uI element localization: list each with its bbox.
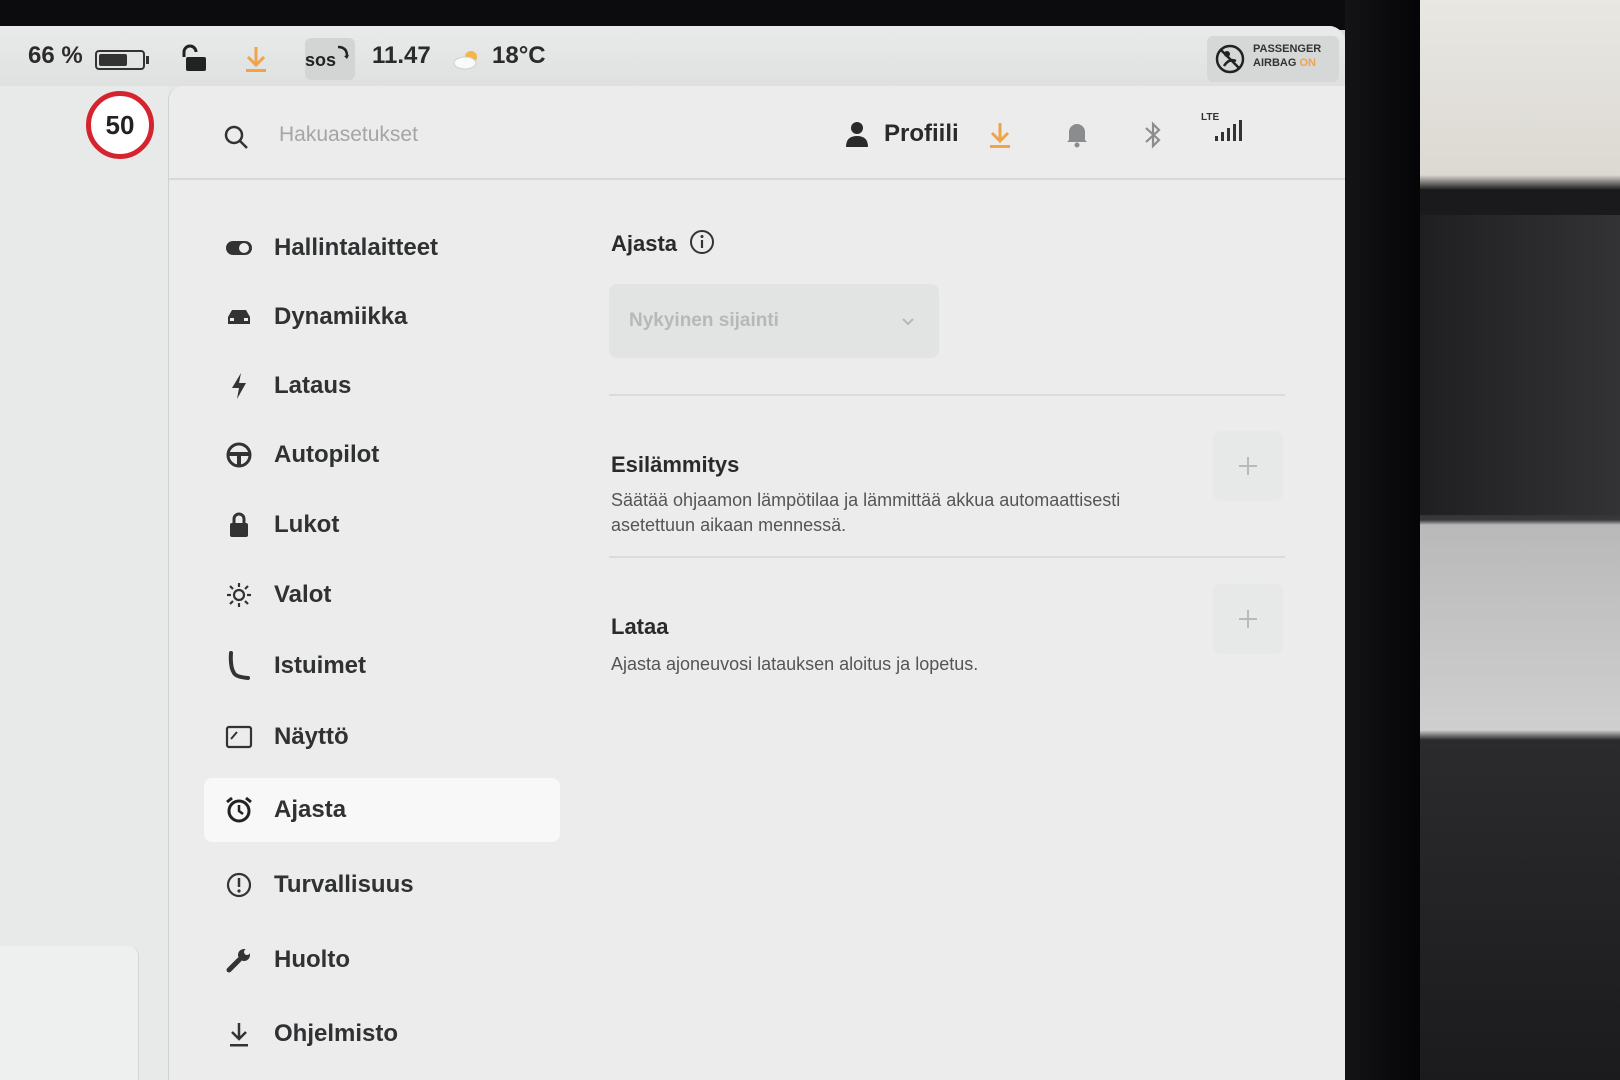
menu-item-naytto[interactable]: Näyttö	[204, 705, 556, 769]
menu-label: Lataus	[274, 372, 352, 399]
menu-label: Ohjelmisto	[274, 1020, 399, 1047]
preheat-description: Säätää ohjaamon lämpötilaa ja lämmittää …	[611, 488, 1120, 538]
alert-circle-icon	[204, 871, 274, 899]
menu-item-valot[interactable]: Valot	[204, 563, 556, 627]
menu-item-lataus[interactable]: Lataus	[204, 354, 556, 418]
sos-button[interactable]: sos	[305, 38, 355, 80]
status-bar: 66 % sos 11.47 18°C PASSENGER AIRBAG ON	[0, 26, 1345, 86]
speed-limit-sign: 50	[86, 91, 154, 159]
lock-icon	[204, 511, 274, 539]
car-icon	[204, 307, 274, 327]
bolt-icon	[204, 372, 274, 400]
menu-label: Näyttö	[274, 723, 349, 750]
add-preheat-button[interactable]	[1213, 431, 1283, 501]
wrench-icon	[204, 946, 274, 974]
menu-item-istuimet[interactable]: Istuimet	[204, 634, 556, 698]
menu-item-autopilot[interactable]: Autopilot	[204, 423, 556, 487]
driving-visualization-strip	[0, 86, 168, 1080]
unlocked-icon[interactable]	[182, 44, 212, 79]
download-icon[interactable]	[243, 44, 269, 79]
preheat-description-line2: asetettuun aikaan mennessä.	[611, 515, 847, 535]
menu-label: Hallintalaitteet	[274, 234, 439, 261]
toggle-icon	[204, 240, 274, 256]
charge-description: Ajasta ajoneuvosi latauksen aloitus ja l…	[611, 654, 979, 674]
display-icon	[204, 725, 274, 749]
sos-label: sos	[305, 50, 337, 70]
car-interior-background	[1420, 0, 1620, 1080]
menu-label: Ajasta	[274, 796, 347, 823]
search-icon	[223, 124, 249, 155]
divider	[609, 394, 1285, 396]
screen-bezel-right	[1345, 0, 1420, 1080]
battery-icon	[95, 50, 145, 70]
divider	[609, 556, 1285, 558]
chevron-down-icon	[901, 314, 915, 332]
touchscreen: 66 % sos 11.47 18°C PASSENGER AIRBAG ON …	[0, 26, 1345, 1080]
charge-title: Lataa	[611, 614, 669, 639]
plus-icon	[1239, 610, 1257, 628]
menu-item-ajasta[interactable]: Ajasta	[204, 778, 560, 842]
location-dropdown-value: Nykyinen sijainti	[629, 310, 779, 331]
call-wave-icon	[337, 45, 349, 59]
left-card	[0, 946, 139, 1080]
preheat-description-line1: Säätää ohjaamon lämpötilaa ja lämmittää …	[611, 490, 1121, 510]
passenger-airbag-indicator: PASSENGER AIRBAG ON	[1207, 36, 1339, 82]
schedule-content: Ajasta Nykyinen sijainti Esilämmitys Sää…	[609, 86, 1309, 1080]
alarm-clock-icon	[204, 795, 274, 825]
menu-label: Dynamiikka	[274, 303, 408, 330]
menu-label: Lukot	[274, 511, 340, 538]
menu-label: Turvallisuus	[274, 871, 414, 898]
menu-item-dynamiikka[interactable]: Dynamiikka	[204, 285, 556, 349]
menu-label: Autopilot	[274, 441, 380, 468]
battery-percent: 66 %	[28, 42, 83, 69]
download-icon	[204, 1020, 274, 1048]
menu-item-hallintalaitteet[interactable]: Hallintalaitteet	[204, 216, 556, 280]
menu-label: Valot	[274, 581, 332, 608]
weather-icon	[452, 48, 482, 75]
add-charge-schedule-button[interactable]	[1213, 584, 1283, 654]
sun-icon	[204, 581, 274, 609]
battery-level	[99, 54, 127, 66]
menu-label: Istuimet	[274, 652, 367, 679]
battery-nub	[146, 56, 149, 64]
airbag-state: ON	[1299, 57, 1316, 69]
info-icon[interactable]	[689, 229, 715, 260]
seat-icon	[204, 651, 274, 681]
plus-icon	[1239, 457, 1257, 475]
temperature: 18°C	[492, 42, 546, 69]
airbag-line1: PASSENGER	[1253, 43, 1322, 55]
steering-wheel-icon	[204, 441, 274, 469]
settings-panel: Profiili LTE Hallintalaitteet	[168, 86, 1345, 1080]
menu-item-lukot[interactable]: Lukot	[204, 493, 556, 557]
page-title: Ajasta	[611, 231, 678, 256]
clock: 11.47	[372, 42, 431, 69]
car-interior-vent	[1420, 215, 1620, 515]
menu-item-ohjelmisto[interactable]: Ohjelmisto	[204, 1002, 556, 1066]
airbag-line2: AIRBAG	[1253, 57, 1297, 69]
menu-item-huolto[interactable]: Huolto	[204, 928, 556, 992]
preheat-title: Esilämmitys	[611, 452, 740, 477]
airbag-off-icon	[1215, 44, 1245, 74]
location-dropdown[interactable]: Nykyinen sijainti	[609, 284, 939, 358]
menu-label: Huolto	[274, 946, 350, 973]
menu-item-turvallisuus[interactable]: Turvallisuus	[204, 853, 556, 917]
